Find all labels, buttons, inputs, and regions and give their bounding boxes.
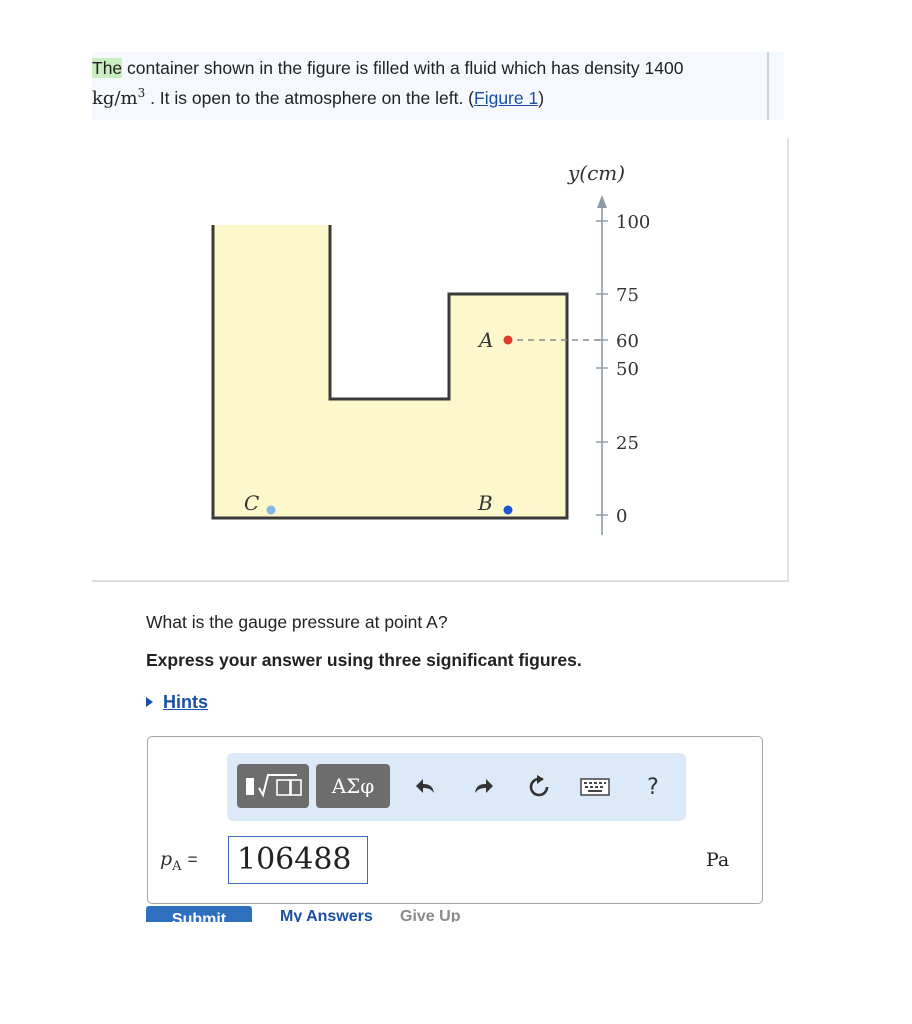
answer-actions: Submit My Answers Give Up (140, 906, 540, 922)
point-c-marker (266, 505, 276, 515)
point-a-marker (503, 335, 513, 345)
point-b-marker (503, 505, 513, 515)
tick-label-50: 50 (616, 359, 639, 380)
caret-right-icon (146, 697, 153, 707)
fluid-region (213, 225, 567, 518)
give-up-link[interactable]: Give Up (400, 908, 460, 922)
variable-symbol: p (160, 848, 173, 870)
hints-label: Hints (163, 692, 208, 712)
tick-label-60: 60 (616, 331, 639, 352)
submit-button[interactable]: Submit (146, 906, 252, 922)
equals-sign: = (187, 850, 198, 869)
tick-label-0: 0 (616, 506, 627, 527)
help-icon[interactable]: ? (638, 772, 668, 802)
variable-subscript: A (172, 858, 182, 874)
template-icon (246, 774, 302, 798)
hints-toggle[interactable]: Hints (146, 692, 208, 713)
redo-icon[interactable] (468, 772, 498, 802)
answer-variable-label: pA = (160, 848, 198, 874)
keyboard-icon[interactable] (580, 772, 610, 802)
answer-unit: Pa (706, 849, 730, 871)
greek-symbols-button[interactable]: ΑΣφ (316, 764, 390, 808)
template-button[interactable] (237, 764, 309, 808)
tick-label-75: 75 (616, 285, 639, 306)
point-b-label: B (477, 491, 493, 515)
axis-label: y(cm) (567, 161, 625, 185)
point-c-label: C (244, 491, 259, 515)
question-text: What is the gauge pressure at point A? (146, 612, 448, 632)
y-axis-arrow-icon (597, 195, 607, 208)
my-answers-link[interactable]: My Answers (280, 908, 373, 922)
undo-icon[interactable] (411, 772, 441, 802)
point-a-label: A (477, 328, 493, 352)
tick-label-100: 100 (616, 212, 650, 233)
container-figure: y(cm) 100 75 60 50 25 0 A B C (211, 161, 650, 535)
reset-icon[interactable] (524, 772, 554, 802)
answer-input[interactable]: 106488 (228, 836, 368, 884)
instruction-text: Express your answer using three signific… (146, 650, 582, 670)
tick-label-25: 25 (616, 433, 639, 454)
